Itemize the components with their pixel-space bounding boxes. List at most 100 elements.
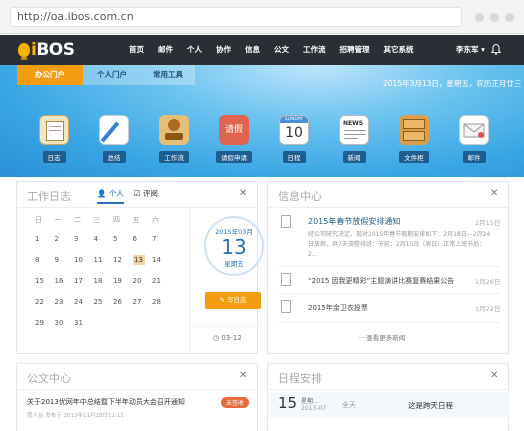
newspaper-icon-text: NEWS bbox=[343, 120, 364, 127]
nav-item-docs[interactable]: 公文 bbox=[267, 35, 296, 65]
app-label: 日程 bbox=[282, 151, 306, 163]
calendar-day[interactable]: 22 bbox=[35, 297, 55, 307]
divider bbox=[278, 322, 500, 323]
calendar-day[interactable]: 9 bbox=[55, 255, 75, 265]
calendar-day[interactable]: 13 bbox=[132, 255, 145, 265]
calendar-day[interactable]: 28 bbox=[152, 297, 172, 307]
news-item[interactable]: “2015 因我更精彩”主题演讲比赛复赛结果公告 bbox=[308, 276, 454, 286]
nav-item-other[interactable]: 其它系统 bbox=[377, 35, 421, 65]
calendar-day[interactable]: 2 bbox=[55, 234, 75, 244]
nav-item-collab[interactable]: 协作 bbox=[209, 35, 238, 65]
tab-office-portal[interactable]: 办公门户 bbox=[17, 65, 83, 85]
panel-title: 公文中心 bbox=[27, 372, 71, 385]
app-label: 工作流 bbox=[159, 151, 189, 163]
weekday: 三 bbox=[93, 216, 101, 224]
app-leave-request[interactable]: 请假 请假申请 bbox=[204, 115, 264, 163]
close-icon[interactable]: ✕ bbox=[239, 370, 247, 381]
divider bbox=[189, 326, 259, 327]
calendar-day[interactable]: 10 bbox=[74, 255, 94, 265]
calendar-day[interactable]: 1 bbox=[35, 234, 55, 244]
calendar-day[interactable]: 19 bbox=[113, 276, 133, 286]
calendar-day[interactable]: 4 bbox=[94, 234, 114, 244]
calendar-day[interactable]: 15 bbox=[35, 276, 55, 286]
tab-label: 个人 bbox=[108, 189, 124, 198]
calendar-day[interactable]: 20 bbox=[133, 276, 153, 286]
calendar-day[interactable]: 31 bbox=[74, 318, 94, 328]
nav-item-mail[interactable]: 邮件 bbox=[151, 35, 180, 65]
calendar-day[interactable]: 26 bbox=[113, 297, 133, 307]
divider bbox=[17, 389, 257, 390]
divider bbox=[278, 266, 500, 267]
more-news-button[interactable]: ··· 查看更多新闻 bbox=[358, 332, 405, 342]
news-date: 2月15日 bbox=[475, 219, 501, 227]
nav-item-info[interactable]: 信息 bbox=[238, 35, 267, 65]
leave-request-icon: 请假 bbox=[219, 115, 249, 145]
file-cabinet-icon bbox=[399, 115, 429, 145]
weekday: 六 bbox=[152, 216, 159, 224]
calendar-day[interactable]: 17 bbox=[74, 276, 94, 286]
app-label: 文件柜 bbox=[399, 151, 429, 163]
last-log-date[interactable]: ◷ 03-12 bbox=[213, 334, 242, 342]
doc-item-title[interactable]: 关于2013优网年中总结暨下半年动员大会召开通知 bbox=[27, 397, 185, 407]
app-news[interactable]: NEWS 新闻 bbox=[324, 115, 384, 163]
calendar-days: 1 2 3 4 5 6 7 8 9 10 11 12 13 14 15 16 17 18 19 20 21 22 23 24 2… bbox=[35, 234, 172, 328]
calendar-day[interactable]: 5 bbox=[113, 234, 133, 244]
tab-common-tools[interactable]: 常用工具 bbox=[141, 65, 195, 85]
featured-news-summary: 经公司研究决定，现对2015年春节假期安排如下：2月18日—2月24日放假，共7… bbox=[308, 231, 491, 258]
app-journal[interactable]: 日志 bbox=[24, 115, 84, 163]
nav-item-recruit[interactable]: 招聘管理 bbox=[333, 35, 377, 65]
app-label: 日志 bbox=[42, 151, 66, 163]
write-log-button[interactable]: ✎ 写日志 bbox=[205, 292, 261, 309]
calendar-day[interactable]: 16 bbox=[55, 276, 75, 286]
weekday: 一 bbox=[54, 216, 62, 224]
window-dot-icon[interactable] bbox=[475, 13, 484, 22]
url-bar[interactable]: http://oa.ibos.com.cn bbox=[10, 7, 462, 27]
calendar-day[interactable]: 7 bbox=[152, 234, 172, 244]
tab-personal[interactable]: 👤 个人 bbox=[97, 188, 124, 204]
checkbox-icon: ☑ bbox=[133, 189, 143, 198]
bell-icon[interactable] bbox=[491, 44, 501, 55]
calendar-day[interactable]: 3 bbox=[74, 234, 94, 244]
calendar-day[interactable]: 6 bbox=[133, 234, 153, 244]
nav-item-home[interactable]: 首页 bbox=[122, 35, 151, 65]
journal-icon bbox=[39, 115, 69, 145]
calendar-day[interactable]: 8 bbox=[35, 255, 55, 265]
app-workflow[interactable]: 工作流 bbox=[144, 115, 204, 163]
calendar-day[interactable]: 18 bbox=[94, 276, 114, 286]
calendar-day[interactable]: 25 bbox=[94, 297, 114, 307]
calendar-day[interactable]: 24 bbox=[74, 297, 94, 307]
featured-news-title[interactable]: 2015年春节放假安排通知 bbox=[308, 216, 400, 227]
calendar-day[interactable]: 30 bbox=[55, 318, 75, 328]
divider bbox=[17, 207, 257, 208]
tab-personal-portal[interactable]: 个人门户 bbox=[83, 65, 141, 85]
calendar-day[interactable]: 21 bbox=[152, 276, 172, 286]
nav-item-personal[interactable]: 个人 bbox=[180, 35, 209, 65]
close-icon[interactable]: ✕ bbox=[490, 188, 498, 199]
calendar-day[interactable]: 12 bbox=[113, 255, 133, 265]
schedule-row[interactable]: 15 星期... 2013-07 全天 这是跨天日程 bbox=[268, 392, 510, 418]
close-icon[interactable]: ✕ bbox=[490, 370, 498, 381]
stamp-icon bbox=[159, 115, 189, 145]
tab-label: 评阅 bbox=[142, 189, 158, 198]
app-file-cabinet[interactable]: 文件柜 bbox=[384, 115, 444, 163]
divider bbox=[268, 207, 508, 208]
user-menu[interactable]: 李东军 ▾ bbox=[456, 35, 485, 65]
app-summary[interactable]: 总结 bbox=[84, 115, 144, 163]
ibos-logo[interactable]: iBOS bbox=[18, 40, 75, 60]
hero-banner: 办公门户 个人门户 常用工具 2015年3月13日，星期五，农历正月廿三 日志 … bbox=[0, 65, 524, 177]
window-dot-icon[interactable] bbox=[490, 13, 499, 22]
calendar-day[interactable]: 23 bbox=[55, 297, 75, 307]
calendar-day[interactable]: 14 bbox=[152, 255, 172, 265]
app-schedule[interactable]: SUNDAY 10 日程 bbox=[264, 115, 324, 163]
pen-notebook-icon bbox=[99, 115, 129, 145]
news-item[interactable]: 2015年余卫衣投票 bbox=[308, 303, 368, 313]
calendar-day[interactable]: 27 bbox=[133, 297, 153, 307]
close-icon[interactable]: ✕ bbox=[239, 188, 247, 199]
calendar-day[interactable]: 11 bbox=[94, 255, 114, 265]
news-date: 1月26日 bbox=[475, 278, 501, 286]
calendar-day[interactable]: 29 bbox=[35, 318, 55, 328]
tab-review[interactable]: ☑ 评阅 bbox=[134, 188, 158, 204]
window-dot-icon[interactable] bbox=[505, 13, 514, 22]
nav-item-workflow[interactable]: 工作流 bbox=[296, 35, 333, 65]
app-mail[interactable]: 邮件 bbox=[444, 115, 504, 163]
